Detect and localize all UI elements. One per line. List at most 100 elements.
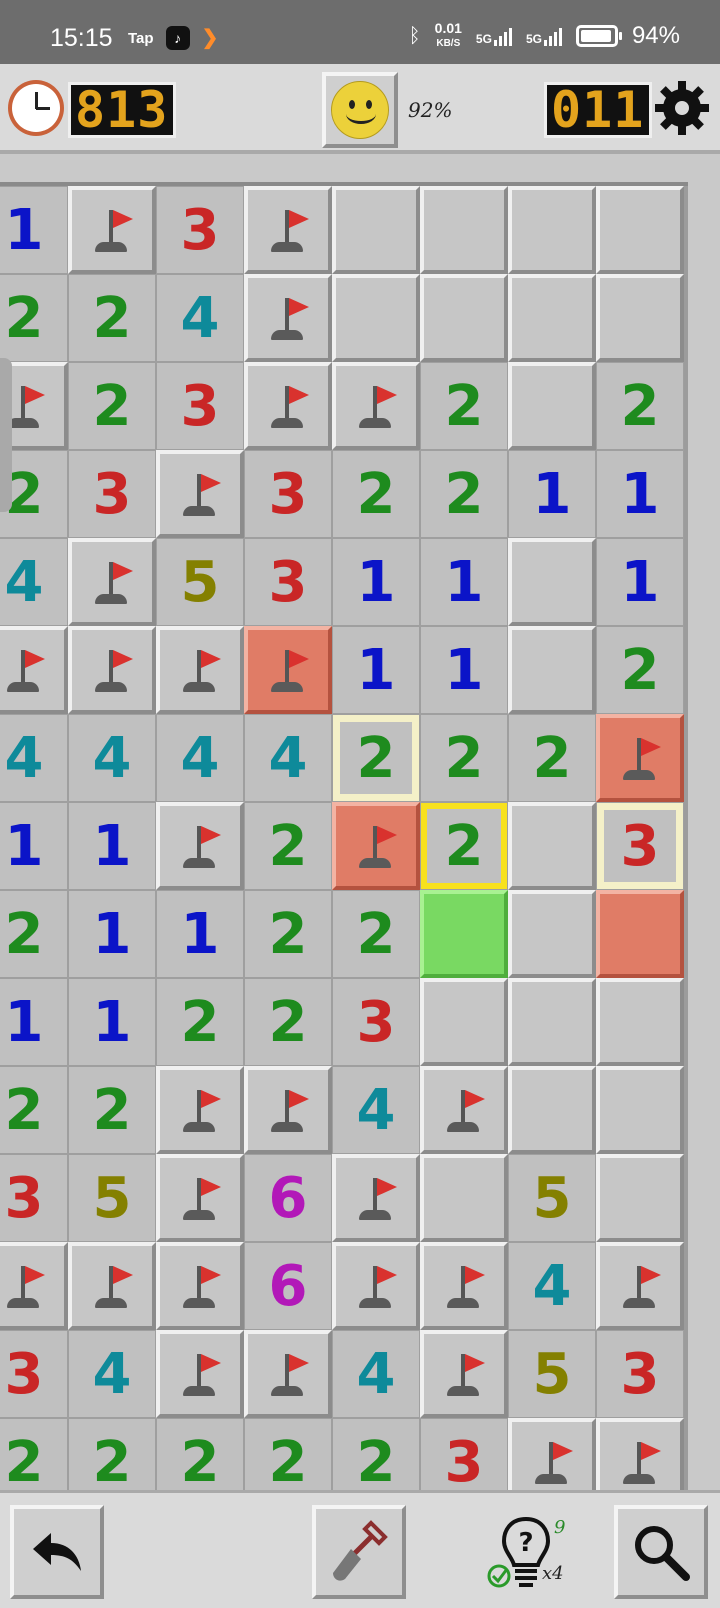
cell-flagged-highlight[interactable] bbox=[332, 802, 420, 890]
hint-button[interactable]: ? 9 x4 bbox=[486, 1515, 576, 1595]
cell-number[interactable]: 2 bbox=[420, 362, 508, 450]
cell-number[interactable]: 2 bbox=[244, 1418, 332, 1490]
zoom-button[interactable] bbox=[614, 1505, 708, 1599]
cell-number[interactable]: 5 bbox=[156, 538, 244, 626]
cell-unrevealed[interactable] bbox=[420, 274, 508, 362]
cell-unrevealed[interactable] bbox=[596, 1066, 684, 1154]
cell-flagged[interactable] bbox=[420, 1242, 508, 1330]
cell-flagged[interactable] bbox=[156, 626, 244, 714]
cell-number[interactable]: 2 bbox=[332, 450, 420, 538]
cell-flagged[interactable] bbox=[0, 1242, 68, 1330]
cell-number[interactable]: 4 bbox=[332, 1066, 420, 1154]
cell-number[interactable]: 3 bbox=[332, 978, 420, 1066]
cell-flagged[interactable] bbox=[244, 1330, 332, 1418]
cell-flagged[interactable] bbox=[420, 1330, 508, 1418]
cell-flagged[interactable] bbox=[156, 450, 244, 538]
new-game-button[interactable] bbox=[322, 72, 398, 148]
cell-number[interactable]: 1 bbox=[332, 626, 420, 714]
cell-number[interactable]: 2 bbox=[244, 890, 332, 978]
cell-number[interactable]: 4 bbox=[508, 1242, 596, 1330]
cell-number[interactable]: 3 bbox=[596, 1330, 684, 1418]
cell-flagged[interactable] bbox=[0, 626, 68, 714]
cell-number[interactable]: 1 bbox=[68, 978, 156, 1066]
cell-unrevealed[interactable] bbox=[596, 978, 684, 1066]
cell-number[interactable]: 2 bbox=[0, 274, 68, 362]
cell-number[interactable]: 3 bbox=[156, 186, 244, 274]
cell-unrevealed[interactable] bbox=[508, 1066, 596, 1154]
cell-number[interactable]: 1 bbox=[596, 450, 684, 538]
cell-flagged[interactable] bbox=[420, 1066, 508, 1154]
cell-flagged[interactable] bbox=[68, 1242, 156, 1330]
cell-number[interactable]: 2 bbox=[596, 362, 684, 450]
cell-number[interactable]: 2 bbox=[420, 714, 508, 802]
cell-unrevealed[interactable] bbox=[332, 274, 420, 362]
cell-flagged[interactable] bbox=[68, 186, 156, 274]
cell-number[interactable]: 3 bbox=[420, 1418, 508, 1490]
cell-flagged[interactable] bbox=[156, 1330, 244, 1418]
undo-button[interactable] bbox=[10, 1505, 104, 1599]
cell-unrevealed[interactable] bbox=[508, 890, 596, 978]
settings-gear-icon[interactable] bbox=[654, 80, 710, 136]
cell-flagged-highlight[interactable] bbox=[244, 626, 332, 714]
cell-number[interactable]: 2 bbox=[332, 1418, 420, 1490]
cell-flagged[interactable] bbox=[244, 362, 332, 450]
cell-number[interactable]: 2 bbox=[156, 978, 244, 1066]
cell-number[interactable]: 2 bbox=[420, 802, 508, 890]
cell-number[interactable]: 2 bbox=[68, 1066, 156, 1154]
cell-number[interactable]: 1 bbox=[0, 978, 68, 1066]
cell-number[interactable]: 4 bbox=[0, 714, 68, 802]
cell-number[interactable]: 2 bbox=[332, 890, 420, 978]
cell-number[interactable]: 1 bbox=[68, 802, 156, 890]
cell-unrevealed[interactable] bbox=[508, 186, 596, 274]
cell-unrevealed[interactable] bbox=[420, 1154, 508, 1242]
cell-flagged[interactable] bbox=[156, 1154, 244, 1242]
cell-number[interactable]: 4 bbox=[244, 714, 332, 802]
cell-number[interactable]: 4 bbox=[68, 1330, 156, 1418]
cell-number[interactable]: 2 bbox=[0, 1066, 68, 1154]
cell-number[interactable]: 4 bbox=[0, 538, 68, 626]
cell-number[interactable]: 1 bbox=[156, 890, 244, 978]
cell-number[interactable]: 4 bbox=[156, 714, 244, 802]
cell-number[interactable]: 1 bbox=[596, 538, 684, 626]
cell-flagged[interactable] bbox=[508, 1418, 596, 1490]
cell-number[interactable]: 2 bbox=[0, 1418, 68, 1490]
cell-number[interactable]: 5 bbox=[508, 1330, 596, 1418]
cell-flagged[interactable] bbox=[244, 274, 332, 362]
cell-red-highlight[interactable] bbox=[596, 890, 684, 978]
cell-unrevealed[interactable] bbox=[596, 1154, 684, 1242]
cell-unrevealed[interactable] bbox=[508, 802, 596, 890]
cell-number[interactable]: 6 bbox=[244, 1154, 332, 1242]
cell-flagged[interactable] bbox=[68, 626, 156, 714]
cell-number[interactable]: 3 bbox=[68, 450, 156, 538]
cell-flagged[interactable] bbox=[156, 802, 244, 890]
cell-number[interactable]: 5 bbox=[508, 1154, 596, 1242]
cell-number[interactable]: 5 bbox=[68, 1154, 156, 1242]
dig-mode-button[interactable] bbox=[312, 1505, 406, 1599]
cell-number[interactable]: 3 bbox=[0, 1330, 68, 1418]
cell-number[interactable]: 4 bbox=[156, 274, 244, 362]
cell-unrevealed[interactable] bbox=[508, 274, 596, 362]
cell-number[interactable]: 2 bbox=[332, 714, 420, 802]
cell-number[interactable]: 3 bbox=[0, 1154, 68, 1242]
cell-number[interactable]: 2 bbox=[244, 978, 332, 1066]
cell-flagged[interactable] bbox=[244, 186, 332, 274]
cell-flagged[interactable] bbox=[156, 1242, 244, 1330]
cell-number[interactable]: 2 bbox=[508, 714, 596, 802]
cell-number[interactable]: 2 bbox=[0, 890, 68, 978]
cell-number[interactable]: 1 bbox=[332, 538, 420, 626]
cell-number[interactable]: 1 bbox=[0, 186, 68, 274]
cell-number[interactable]: 2 bbox=[596, 626, 684, 714]
cell-number[interactable]: 2 bbox=[68, 362, 156, 450]
cell-flagged[interactable] bbox=[596, 1418, 684, 1490]
cell-unrevealed[interactable] bbox=[508, 362, 596, 450]
cell-unrevealed[interactable] bbox=[508, 978, 596, 1066]
cell-number[interactable]: 1 bbox=[0, 802, 68, 890]
cell-unrevealed[interactable] bbox=[508, 626, 596, 714]
cell-number[interactable]: 3 bbox=[244, 538, 332, 626]
cell-number[interactable]: 4 bbox=[332, 1330, 420, 1418]
cell-number[interactable]: 3 bbox=[156, 362, 244, 450]
cell-number[interactable]: 1 bbox=[508, 450, 596, 538]
cell-number[interactable]: 2 bbox=[68, 1418, 156, 1490]
cell-unrevealed[interactable] bbox=[596, 274, 684, 362]
cell-flagged[interactable] bbox=[68, 538, 156, 626]
